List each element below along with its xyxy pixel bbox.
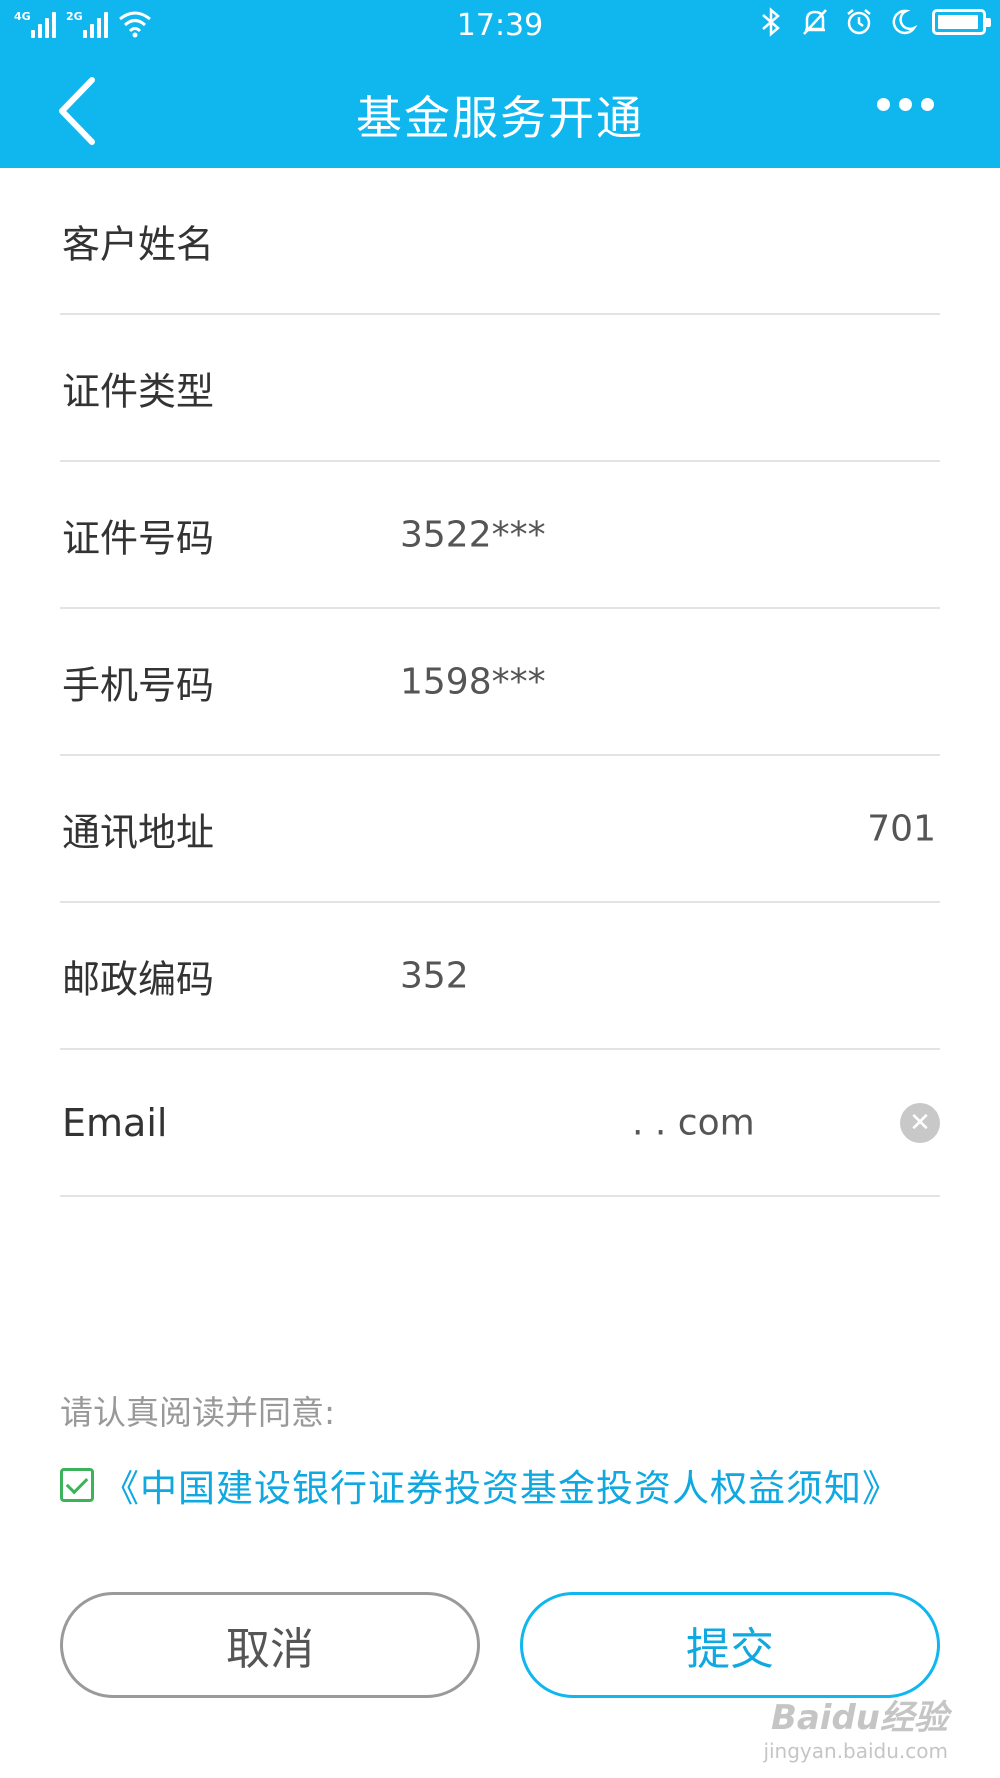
field-label: 客户姓名 <box>62 222 215 266</box>
field-value: 701 <box>867 808 936 849</box>
clear-icon[interactable]: ✕ <box>900 1102 940 1143</box>
agreement-checkbox[interactable] <box>60 1468 94 1502</box>
field-address[interactable]: 通讯地址 701 <box>60 756 940 903</box>
watermark: Baidu经验 jingyan.baidu.com <box>763 1690 948 1763</box>
field-label: 证件号码 <box>62 516 215 560</box>
more-menu-icon[interactable] <box>877 98 934 111</box>
nav-bar: 基金服务开通 <box>0 54 1000 168</box>
field-label: Email <box>62 1100 168 1145</box>
field-customer-name[interactable]: 客户姓名 <box>60 168 940 315</box>
field-id-number[interactable]: 证件号码 3522*** <box>60 462 940 609</box>
field-email[interactable]: Email . . com ✕ <box>60 1050 940 1197</box>
bluetooth-icon <box>762 7 780 37</box>
field-label: 证件类型 <box>62 369 215 413</box>
field-postcode[interactable]: 邮政编码 352 <box>60 903 940 1050</box>
battery-icon <box>932 9 991 35</box>
status-bar: 4G 2G 17:39 <box>0 0 1000 54</box>
agreement-link[interactable]: 《中国建设银行证券投资基金投资人权益须知》 <box>102 1458 900 1512</box>
field-value: 1598*** <box>400 661 546 702</box>
status-icons <box>756 6 991 38</box>
field-label: 邮政编码 <box>62 957 215 1001</box>
field-label: 通讯地址 <box>62 810 215 854</box>
moon-icon <box>892 9 918 35</box>
field-id-type[interactable]: 证件类型 <box>60 315 940 462</box>
page-title: 基金服务开通 <box>356 91 644 145</box>
watermark-main: Baidu经验 <box>770 1698 948 1738</box>
field-label: 手机号码 <box>62 663 215 707</box>
field-value: 352 <box>400 955 469 996</box>
field-value: 3522*** <box>400 514 546 555</box>
watermark-sub: jingyan.baidu.com <box>763 1739 948 1763</box>
agreement-hint: 请认真阅读并同意: <box>60 1393 336 1432</box>
alarm-icon <box>847 9 871 35</box>
agreement-row: 《中国建设银行证券投资基金投资人权益须知》 <box>60 1458 900 1512</box>
email-input[interactable]: . . com <box>632 1102 755 1143</box>
submit-button[interactable]: 提交 <box>520 1592 940 1698</box>
cancel-button[interactable]: 取消 <box>60 1592 480 1698</box>
bell-muted-icon <box>803 9 827 35</box>
field-phone[interactable]: 手机号码 1598*** <box>60 609 940 756</box>
fund-form: 客户姓名 证件类型 证件号码 3522*** 手机号码 1598*** 通讯地址… <box>0 168 1000 1197</box>
